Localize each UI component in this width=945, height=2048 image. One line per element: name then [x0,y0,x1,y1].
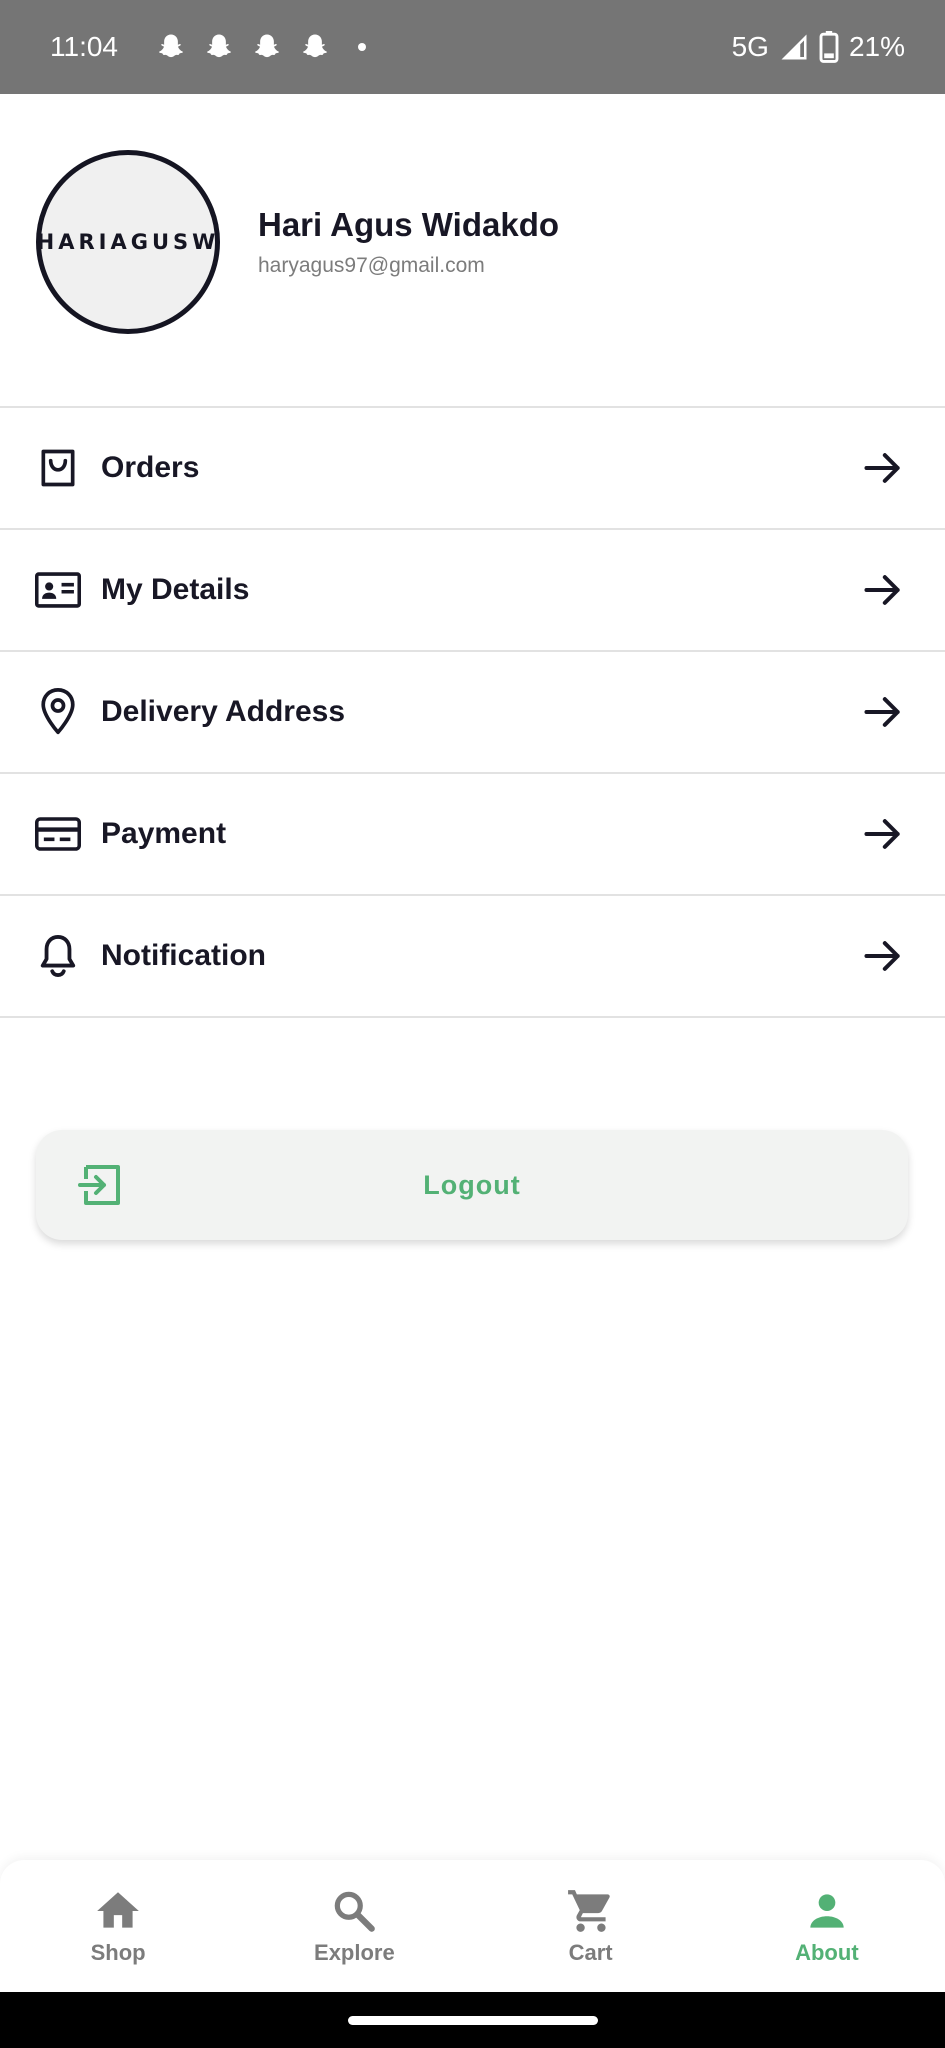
profile-email: haryagus97@gmail.com [258,254,485,277]
menu-item-delivery-address[interactable]: Delivery Address [0,652,945,774]
menu-item-my-details[interactable]: My Details [0,530,945,652]
profile-header: HARIAGUSW Hari Agus Widakdo haryagus97@g… [0,94,945,408]
signal-icon [781,34,807,60]
bottom-nav: Shop Explore Cart About [0,1860,945,1992]
nav-item-shop[interactable]: Shop [0,1860,236,1992]
account-menu: Orders My Details Delivery Address Payme… [0,408,945,1018]
arrow-right-icon [864,697,900,727]
notification-dot [358,43,366,51]
system-gesture-bar [0,1992,945,2048]
nav-label: About [795,1940,859,1965]
nav-item-cart[interactable]: Cart [473,1860,709,1992]
cart-icon [567,1890,610,1932]
profile-screen: 11:04 5G 21% HARIAGUSW Hari Agus Widakdo… [0,0,945,2048]
snapchat-icon [303,34,327,58]
snapchat-icon [255,34,279,58]
avatar[interactable]: HARIAGUSW [36,150,220,334]
nav-item-explore[interactable]: Explore [236,1860,472,1992]
logout-icon [78,1165,120,1205]
status-right: 5G 21% [732,31,905,63]
battery-icon [819,31,839,63]
logout-label: Logout [423,1169,521,1200]
menu-item-orders[interactable]: Orders [0,408,945,530]
snapchat-icon [207,34,231,58]
arrow-right-icon [864,575,900,605]
menu-item-label: My Details [101,573,250,606]
nav-label: Shop [90,1940,146,1965]
status-time: 11:04 [50,31,118,62]
snapchat-icon [159,34,183,58]
status-left: 11:04 [50,31,366,63]
arrow-right-icon [864,819,900,849]
menu-item-label: Payment [101,817,227,850]
status-bar: 11:04 5G 21% [0,0,945,94]
nav-item-about[interactable]: About [709,1860,945,1992]
menu-item-label: Delivery Address [101,695,346,728]
menu-item-payment[interactable]: Payment [0,774,945,896]
search-icon [335,1891,376,1932]
shopping-bag-icon [34,444,82,492]
home-gesture-handle[interactable] [348,2016,598,2025]
credit-card-icon [34,810,82,858]
avatar-text: HARIAGUSW [36,230,220,254]
id-card-icon [34,566,82,614]
arrow-right-icon [864,453,900,483]
nav-label: Explore [314,1940,395,1965]
bell-icon [34,932,82,980]
home-icon [97,1892,139,1928]
person-icon [810,1894,844,1928]
menu-item-label: Notification [101,939,266,972]
menu-item-notification[interactable]: Notification [0,896,945,1018]
logout-button[interactable]: Logout [36,1130,908,1240]
location-pin-icon [34,688,82,736]
menu-item-label: Orders [101,451,200,484]
battery-level: 21% [848,31,905,62]
nav-label: Cart [568,1940,613,1965]
network-type: 5G [731,31,769,62]
profile-name: Hari Agus Widakdo [258,206,560,243]
arrow-right-icon [864,941,900,971]
